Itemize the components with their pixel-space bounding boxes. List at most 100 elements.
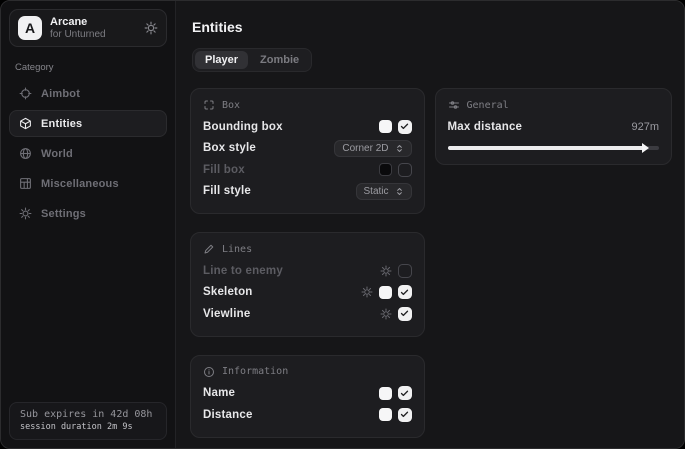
tab-zombie[interactable]: Zombie xyxy=(250,51,309,69)
sidebar-item-world[interactable]: World xyxy=(9,140,167,167)
setting-label: Box style xyxy=(203,142,256,154)
general-card: General Max distance 927m xyxy=(435,88,672,165)
pencil-icon xyxy=(203,243,215,255)
dropdown-value: Corner 2D xyxy=(342,143,388,154)
row-controls xyxy=(361,285,412,299)
setting-row-line-to-enemy: Line to enemy xyxy=(203,260,412,282)
setting-row-fill-box: Fill box xyxy=(203,159,412,181)
fill-style-dropdown[interactable]: Static xyxy=(356,183,412,200)
lines-card-title: Lines xyxy=(222,244,252,255)
check-icon xyxy=(400,389,409,398)
setting-row-box-style: Box style Corner 2D xyxy=(203,138,412,160)
checkbox-checked[interactable] xyxy=(398,120,412,134)
max-distance-slider[interactable] xyxy=(448,146,659,150)
gear-icon[interactable] xyxy=(361,286,373,298)
gear-icon xyxy=(19,207,32,220)
setting-row-fill-style: Fill style Static xyxy=(203,181,412,203)
sub-expires-text: Sub expires in 42d 08h xyxy=(20,409,156,420)
entity-tabs: Player Zombie xyxy=(192,48,312,72)
setting-row-viewline: Viewline xyxy=(203,303,412,325)
scan-corners-icon xyxy=(203,99,215,111)
brand-title: Arcane xyxy=(50,16,106,29)
setting-label: Line to enemy xyxy=(203,265,283,277)
info-icon xyxy=(203,366,215,378)
general-card-title: General xyxy=(467,100,509,111)
gear-icon[interactable] xyxy=(380,308,392,320)
app-logo: A xyxy=(18,16,42,40)
color-swatch[interactable] xyxy=(379,408,392,421)
general-card-header: General xyxy=(448,99,659,111)
sidebar-item-label: Settings xyxy=(41,208,86,220)
checkbox-checked[interactable] xyxy=(398,386,412,400)
information-card-title: Information xyxy=(222,366,288,377)
setting-label: Fill style xyxy=(203,185,251,197)
color-swatch[interactable] xyxy=(379,286,392,299)
slider-fill xyxy=(448,146,644,150)
globe-icon xyxy=(19,147,32,160)
color-swatch[interactable] xyxy=(379,163,392,176)
sidebar-item-label: Miscellaneous xyxy=(41,178,119,190)
brand-text: Arcane for Unturned xyxy=(50,16,106,40)
setting-label: Name xyxy=(203,387,235,399)
sidebar-nav: Aimbot Entities World xyxy=(9,80,167,227)
session-duration-text: session duration 2m 9s xyxy=(20,422,156,432)
sliders-icon xyxy=(448,99,460,111)
checkbox-checked[interactable] xyxy=(398,408,412,422)
box-card: Box Bounding box xyxy=(190,88,425,214)
left-column: Box Bounding box xyxy=(190,88,425,438)
checkbox-unchecked[interactable] xyxy=(398,163,412,177)
checkbox-unchecked[interactable] xyxy=(398,264,412,278)
category-label: Category xyxy=(15,62,161,73)
row-controls xyxy=(379,120,412,134)
sidebar-item-aimbot[interactable]: Aimbot xyxy=(9,80,167,107)
setting-label: Skeleton xyxy=(203,286,253,298)
row-controls xyxy=(379,386,412,400)
chevrons-up-down-icon xyxy=(395,144,404,153)
content-area: Box Bounding box xyxy=(190,88,672,438)
checkbox-checked[interactable] xyxy=(398,285,412,299)
setting-row-skeleton: Skeleton xyxy=(203,282,412,304)
check-icon xyxy=(400,122,409,131)
subscription-info: Sub expires in 42d 08h session duration … xyxy=(9,402,167,440)
setting-label: Bounding box xyxy=(203,121,283,133)
cube-icon xyxy=(19,117,32,130)
box-style-dropdown[interactable]: Corner 2D xyxy=(334,140,411,157)
sidebar-item-settings[interactable]: Settings xyxy=(9,200,167,227)
checkbox-checked[interactable] xyxy=(398,307,412,321)
sidebar-item-miscellaneous[interactable]: Miscellaneous xyxy=(9,170,167,197)
color-swatch[interactable] xyxy=(379,387,392,400)
sidebar-item-entities[interactable]: Entities xyxy=(9,110,167,137)
setting-label: Fill box xyxy=(203,164,245,176)
check-icon xyxy=(400,309,409,318)
tab-player[interactable]: Player xyxy=(195,51,248,69)
sidebar-item-label: Aimbot xyxy=(41,88,80,100)
sidebar: A Arcane for Unturned Category A xyxy=(1,1,176,448)
grid-icon xyxy=(19,177,32,190)
row-controls xyxy=(379,408,412,422)
lines-card: Lines Line to enemy xyxy=(190,232,425,337)
information-card: Information Name xyxy=(190,355,425,438)
setting-label: Viewline xyxy=(203,308,250,320)
setting-label: Distance xyxy=(203,409,253,421)
sidebar-item-label: Entities xyxy=(41,118,82,130)
setting-row-max-distance: Max distance 927m xyxy=(448,116,659,138)
gear-icon[interactable] xyxy=(144,21,158,35)
information-card-header: Information xyxy=(203,366,412,378)
max-distance-value: 927m xyxy=(631,121,659,133)
color-swatch[interactable] xyxy=(379,120,392,133)
right-column: General Max distance 927m xyxy=(435,88,672,165)
lines-card-header: Lines xyxy=(203,243,412,255)
brand-card: A Arcane for Unturned xyxy=(9,9,167,47)
slider-thumb[interactable] xyxy=(642,143,649,153)
row-controls xyxy=(380,307,412,321)
page-title: Entities xyxy=(192,19,672,35)
check-icon xyxy=(400,410,409,419)
setting-row-name: Name xyxy=(203,383,412,405)
check-icon xyxy=(400,288,409,297)
gear-icon[interactable] xyxy=(380,265,392,277)
box-card-header: Box xyxy=(203,99,412,111)
row-controls xyxy=(379,163,412,177)
sidebar-item-label: World xyxy=(41,148,73,160)
setting-row-distance: Distance xyxy=(203,404,412,426)
setting-row-bounding-box: Bounding box xyxy=(203,116,412,138)
